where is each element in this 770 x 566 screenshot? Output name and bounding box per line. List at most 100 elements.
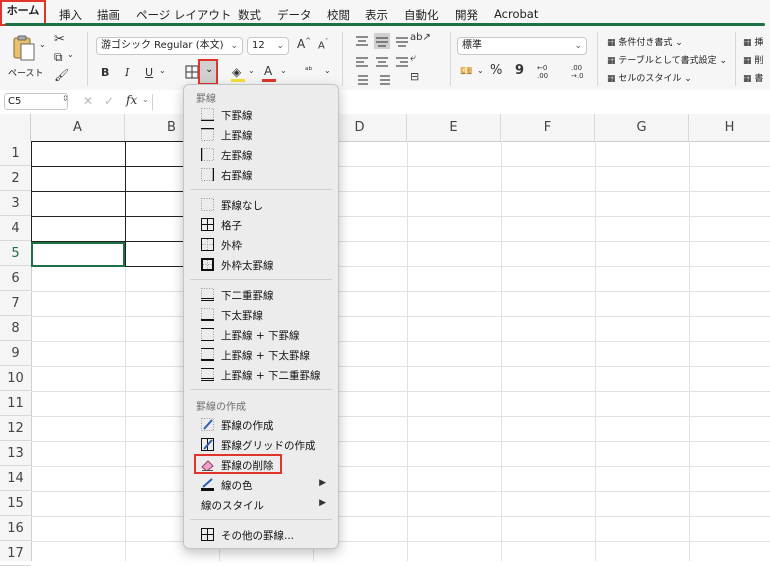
tab-data[interactable]: データ [277, 7, 312, 23]
font-color-button[interactable]: A [264, 64, 272, 78]
tab-page-layout[interactable]: ページ レイアウト [136, 7, 231, 23]
top-thick-bottom-border-icon [201, 348, 214, 361]
column-header-a[interactable]: A [31, 114, 125, 141]
insert-function-button[interactable]: fx [126, 93, 137, 107]
name-box-stepper-icon[interactable]: ⇕ [62, 94, 69, 103]
format-as-table-button[interactable]: ▦ テーブルとして書式設定 ⌄ [607, 53, 727, 66]
cell-styles-button[interactable]: ▦ セルのスタイル ⌄ [607, 71, 692, 84]
menu-item-no-border[interactable]: 罫線なし [192, 195, 330, 215]
menu-item-draw-border[interactable]: 罫線の作成 [192, 415, 330, 435]
row-header[interactable]: 13 [0, 441, 31, 466]
tab-developer[interactable]: 開発 [455, 7, 478, 23]
ribbon-separator [450, 32, 451, 86]
row-header[interactable]: 8 [0, 316, 31, 341]
font-size-select[interactable]: 12 ⌄ [247, 37, 289, 55]
cancel-icon[interactable]: ✕ [83, 94, 93, 108]
row-header[interactable]: 11 [0, 391, 31, 416]
menu-item-left-border[interactable]: 左罫線 [192, 145, 330, 165]
fx-dropdown-icon[interactable]: ⌄ [142, 95, 149, 104]
row-header[interactable]: 17 [0, 541, 31, 566]
menu-item-top-thick-bottom-border[interactable]: 上罫線 + 下太罫線 [192, 345, 330, 365]
row-header[interactable]: 4 [0, 216, 31, 241]
format-painter-icon[interactable]: 🖌 [54, 68, 69, 82]
fill-dropdown-icon[interactable]: ⌄ [248, 66, 255, 75]
name-box[interactable]: C5 [4, 93, 68, 110]
tab-draw[interactable]: 描画 [97, 7, 120, 23]
comma-style-button[interactable]: 9 [515, 63, 524, 78]
increase-font-button[interactable]: A^ [297, 37, 311, 51]
menu-item-bottom-border[interactable]: 下罫線 [192, 105, 330, 125]
row-header[interactable]: 3 [0, 191, 31, 216]
grid-line [31, 291, 770, 292]
cut-icon[interactable]: ✂ [54, 32, 65, 47]
menu-item-draw-border-grid[interactable]: 罫線グリッドの作成 [192, 435, 330, 455]
tab-acrobat[interactable]: Acrobat [494, 7, 538, 21]
fill-color-icon[interactable]: ◈ [232, 65, 241, 79]
menu-item-top-bottom-border[interactable]: 上罫線 + 下罫線 [192, 325, 330, 345]
accounting-dropdown-icon[interactable]: ⌄ [477, 66, 484, 75]
copy-dropdown-icon[interactable]: ⌄ [67, 50, 74, 59]
delete-cells-icon[interactable]: ▦ 削 [743, 53, 763, 66]
wrap-text-icon[interactable]: ⤶ [410, 51, 416, 65]
tab-formulas[interactable]: 数式 [238, 7, 261, 23]
tab-review[interactable]: 校閲 [327, 7, 350, 23]
row-header[interactable]: 6 [0, 266, 31, 291]
menu-item-bottom-double-border[interactable]: 下二重罫線 [192, 285, 330, 305]
menu-item-top-border[interactable]: 上罫線 [192, 125, 330, 145]
row-header[interactable]: 15 [0, 491, 31, 516]
row-header[interactable]: 1 [0, 141, 31, 166]
tab-home[interactable]: ホーム [0, 0, 765, 26]
copy-icon[interactable]: ⧉ [54, 50, 63, 65]
menu-item-top-double-bottom-border[interactable]: 上罫線 + 下二重罫線 [192, 365, 330, 385]
paste-dropdown-icon[interactable]: ⌄ [39, 40, 46, 49]
increase-decimal-button[interactable]: ←0.00 [537, 64, 548, 80]
insert-cells-icon[interactable]: ▦ 挿 [743, 35, 763, 48]
row-header[interactable]: 12 [0, 416, 31, 441]
row-header[interactable]: 7 [0, 291, 31, 316]
borders-dropdown-button[interactable]: ⌄ [198, 59, 218, 85]
tab-insert[interactable]: 挿入 [59, 7, 82, 23]
decrease-decimal-button[interactable]: .00 →.0 [571, 64, 584, 80]
menu-item-thick-outside-borders[interactable]: 外枠太罫線 [192, 255, 330, 275]
menu-item-right-border[interactable]: 右罫線 [192, 165, 330, 185]
row-header[interactable]: 9 [0, 341, 31, 366]
enter-icon[interactable]: ✓ [104, 94, 114, 108]
orientation-icon[interactable]: ab↗ [410, 32, 431, 43]
menu-item-outside-borders[interactable]: 外枠 [192, 235, 330, 255]
row-header[interactable]: 14 [0, 466, 31, 491]
row-header[interactable]: 16 [0, 516, 31, 541]
column-header-e[interactable]: E [407, 114, 501, 141]
accounting-format-icon[interactable]: 💴 [460, 66, 472, 77]
underline-dropdown-icon[interactable]: ⌄ [159, 66, 166, 75]
merge-cells-icon[interactable]: ⊟ [410, 70, 419, 83]
number-format-select[interactable]: 標準 ⌄ [457, 37, 587, 55]
phonetic-button[interactable]: ᵃᵇ [305, 66, 312, 76]
italic-button[interactable]: I [125, 66, 129, 79]
menu-item-line-color[interactable]: 線の色 ▶ [192, 475, 330, 495]
bold-button[interactable]: B [101, 66, 109, 79]
phonetic-dropdown-icon[interactable]: ⌄ [324, 66, 331, 75]
decrease-font-button[interactable]: Aˇ [318, 38, 328, 51]
column-header-h[interactable]: H [689, 114, 770, 141]
font-color-dropdown-icon[interactable]: ⌄ [280, 66, 287, 75]
column-header-g[interactable]: G [595, 114, 689, 141]
underline-button[interactable]: U [145, 66, 153, 79]
tab-view[interactable]: 表示 [365, 7, 388, 23]
row-header[interactable]: 2 [0, 166, 31, 191]
menu-item-thick-bottom-border[interactable]: 下太罫線 [192, 305, 330, 325]
percent-button[interactable]: % [490, 63, 502, 78]
paste-button[interactable] [10, 34, 38, 64]
tab-automate[interactable]: 自動化 [404, 7, 439, 23]
menu-item-all-borders[interactable]: 格子 [192, 215, 330, 235]
menu-item-more-borders[interactable]: その他の罫線... [192, 525, 330, 545]
row-header[interactable]: 10 [0, 366, 31, 391]
format-cells-icon[interactable]: ▦ 書 [743, 71, 763, 84]
grid-line [501, 141, 502, 561]
row-header-selected[interactable]: 5 [0, 241, 31, 266]
select-all-corner[interactable] [0, 114, 31, 141]
column-header-f[interactable]: F [501, 114, 595, 141]
conditional-format-button[interactable]: ▦ 条件付き書式 ⌄ [607, 35, 683, 48]
menu-item-line-style[interactable]: 線のスタイル ▶ [192, 495, 330, 515]
font-name-select[interactable]: 游ゴシック Regular (本文) ⌄ [96, 37, 243, 55]
active-cell[interactable] [31, 242, 125, 267]
